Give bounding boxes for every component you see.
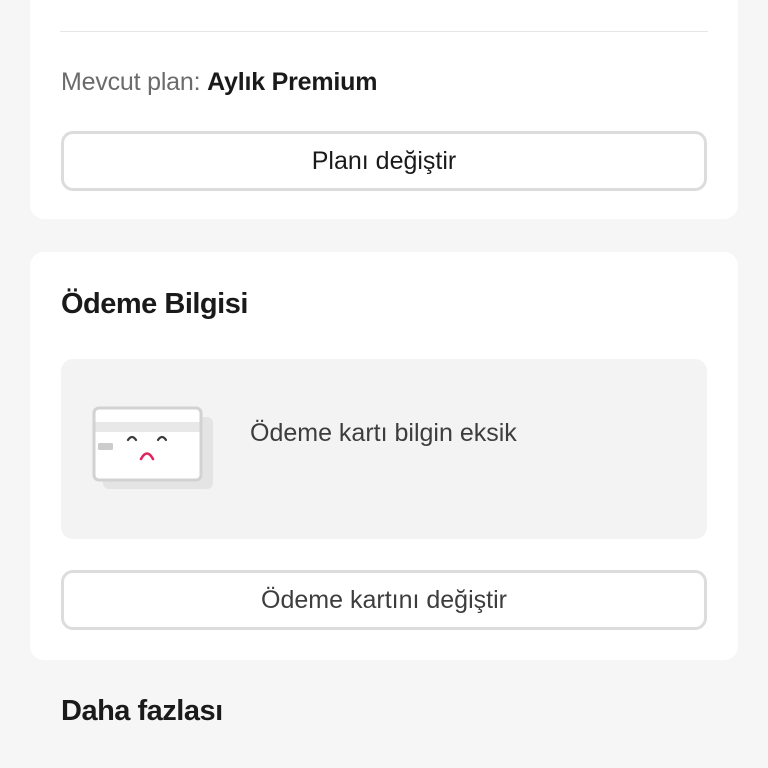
payment-missing-notice: Ödeme kartı bilgin eksik [61,359,707,539]
current-plan-value: Aylık Premium [207,68,378,96]
payment-section-title: Ödeme Bilgisi [61,288,248,320]
divider [60,31,708,32]
change-card-button[interactable]: Ödeme kartını değiştir [61,570,707,630]
payment-card: Ödeme Bilgisi Ödeme kartı bilgin eksik Ö… [30,252,738,660]
change-plan-button[interactable]: Planı değiştir [61,131,707,191]
more-section-title: Daha fazlası [61,695,223,727]
payment-missing-text: Ödeme kartı bilgin eksik [250,419,517,447]
subscription-card: Mevcut plan: Aylık Premium Planı değişti… [30,0,738,219]
sad-card-icon [92,406,213,489]
current-plan: Mevcut plan: Aylık Premium [61,68,377,97]
current-plan-label: Mevcut plan: [61,68,201,96]
